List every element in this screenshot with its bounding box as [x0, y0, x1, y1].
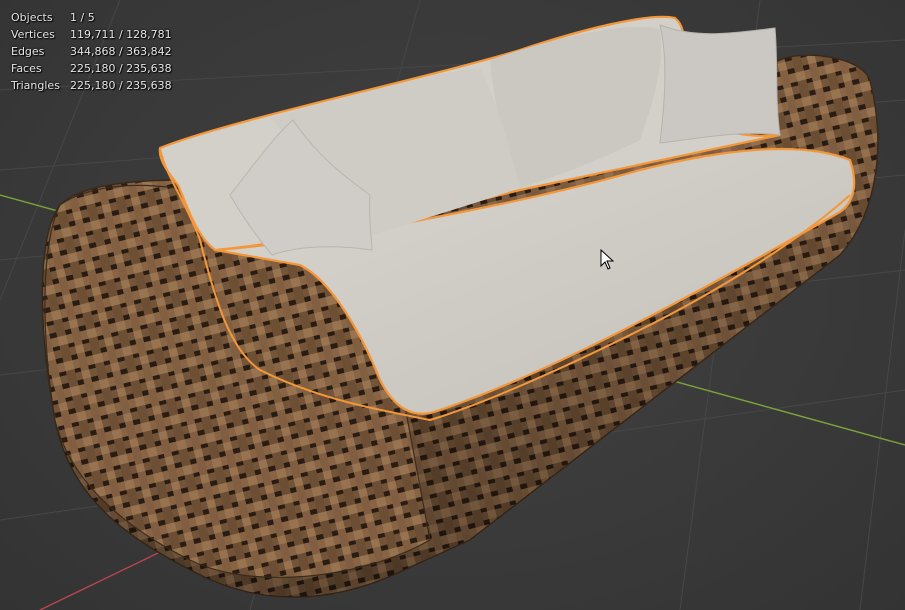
3d-viewport[interactable]: Objects 1 / 5 Vertices 119,711 / 128,781… [0, 0, 905, 610]
stat-value: 225,180 / 235,638 [70, 79, 172, 92]
stat-label: Faces [11, 62, 42, 75]
stat-row-edges: Edges 344,868 / 363,842 [11, 43, 172, 60]
stat-label: Triangles [11, 79, 60, 92]
stat-label: Vertices [11, 28, 55, 41]
stat-value: 1 / 5 [70, 11, 95, 24]
stat-label: Edges [11, 45, 45, 58]
stat-value: 344,868 / 363,842 [70, 45, 172, 58]
statistics-overlay: Objects 1 / 5 Vertices 119,711 / 128,781… [11, 9, 172, 94]
stat-row-triangles: Triangles 225,180 / 235,638 [11, 77, 172, 94]
stat-row-vertices: Vertices 119,711 / 128,781 [11, 26, 172, 43]
stat-row-objects: Objects 1 / 5 [11, 9, 172, 26]
stat-value: 119,711 / 128,781 [70, 28, 172, 41]
stat-value: 225,180 / 235,638 [70, 62, 172, 75]
stat-row-faces: Faces 225,180 / 235,638 [11, 60, 172, 77]
arrow-cursor-icon [600, 249, 614, 270]
stat-label: Objects [11, 11, 53, 24]
